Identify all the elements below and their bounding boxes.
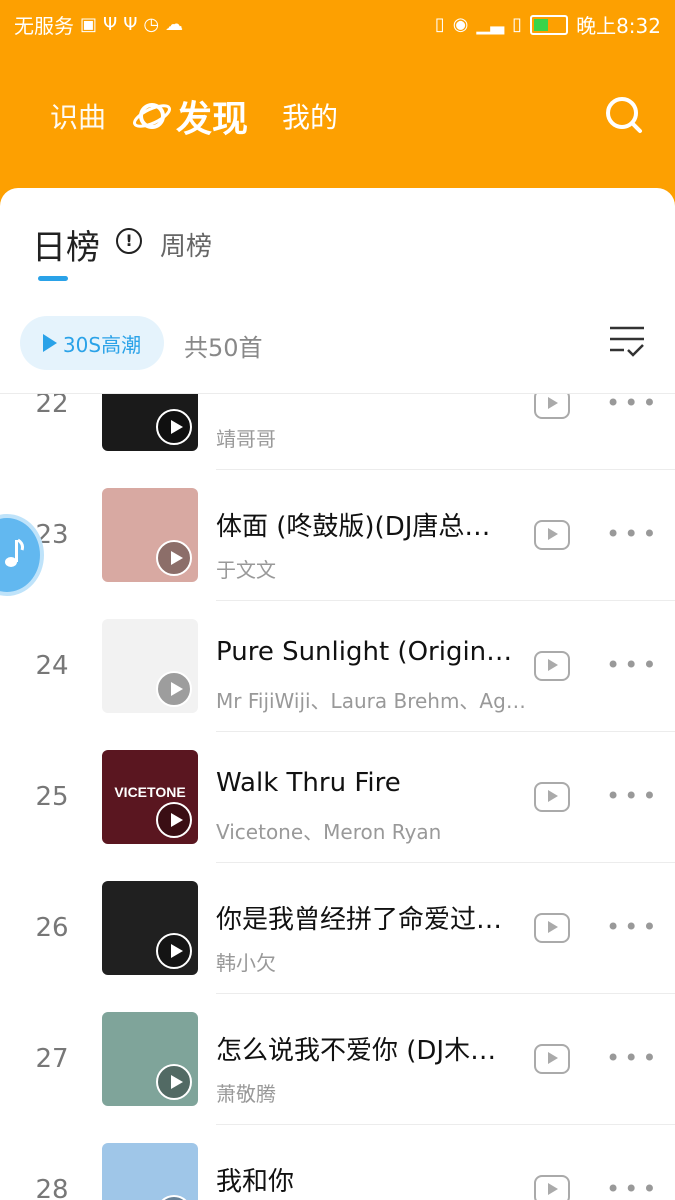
play-highlights-label: 30S高潮 <box>62 332 142 357</box>
mv-play-icon[interactable] <box>534 913 570 943</box>
more-options-icon[interactable]: ••• <box>606 1177 656 1200</box>
cloud-icon: ☁ <box>165 13 184 35</box>
song-rank: 22 <box>35 393 69 419</box>
album-cover[interactable] <box>102 394 198 451</box>
cover-play-icon[interactable] <box>156 802 192 838</box>
tab-weekly[interactable]: 周榜 <box>160 226 212 263</box>
play-highlights-button[interactable]: 30S高潮 <box>20 316 164 370</box>
cover-play-icon[interactable] <box>156 409 192 445</box>
chart-card: 日榜 ! 周榜 30S高潮 共50首 22 靖哥哥 ••• 23 体面 (咚鼓版)(DJ… <box>0 188 675 1200</box>
music-note-icon <box>5 538 24 567</box>
song-row[interactable]: 23 体面 (咚鼓版)(DJ唐总、… 于文文 ••• <box>0 470 675 601</box>
album-cover[interactable]: VICETONE <box>102 750 198 844</box>
song-list: 22 靖哥哥 ••• 23 体面 (咚鼓版)(DJ唐总、… 于文文 ••• 24 Pure Su… <box>0 393 675 1200</box>
song-rank: 26 <box>35 913 69 943</box>
cover-play-icon[interactable] <box>156 671 192 707</box>
status-bar: 无服务 ▣ Ψ Ψ ◷ ☁ ▯ ◉ ▁▃ ▯ 晚上8:32 <box>0 0 675 48</box>
album-cover[interactable] <box>102 619 198 713</box>
alarm-icon: ◷ <box>143 13 160 35</box>
song-rank: 25 <box>35 782 69 812</box>
song-artist: 韩小欠 <box>216 951 276 975</box>
song-title: Pure Sunlight (Original… <box>216 637 516 667</box>
tab-discover[interactable]: 发现 <box>132 90 248 142</box>
album-cover[interactable] <box>102 488 198 582</box>
album-cover[interactable] <box>102 1143 198 1200</box>
song-count: 共50首 <box>184 334 263 362</box>
song-row[interactable]: 24 Pure Sunlight (Original… Mr FijiWiji、La… <box>0 601 675 732</box>
usb-icon: Ψ <box>103 13 118 35</box>
more-options-icon[interactable]: ••• <box>606 915 656 939</box>
battery-icon <box>530 14 569 35</box>
song-row[interactable]: 27 怎么说我不爱你 (DJ木… 萧敬腾 ••• <box>0 994 675 1125</box>
song-rank: 27 <box>35 1044 69 1074</box>
tab-recognize[interactable]: 识曲 <box>50 96 106 136</box>
song-rank: 24 <box>35 651 69 681</box>
song-title: 你是我曾经拼了命爱过… <box>216 905 503 935</box>
play-icon <box>42 334 57 352</box>
mv-play-icon[interactable] <box>534 1044 570 1074</box>
song-artist: 萧敬腾 <box>216 1082 276 1106</box>
album-cover[interactable] <box>102 1012 198 1106</box>
active-tab-indicator <box>38 276 68 281</box>
song-artist: Vicetone、Meron Ryan <box>216 820 442 844</box>
mv-play-icon[interactable] <box>534 651 570 681</box>
song-artist: 靖哥哥 <box>216 427 276 451</box>
tab-mine[interactable]: 我的 <box>282 96 338 136</box>
mv-play-icon[interactable] <box>534 1175 570 1200</box>
status-right: ▯ ◉ ▁▃ ▯ 晚上8:32 <box>435 10 661 39</box>
song-title: 我和你 <box>216 1167 295 1197</box>
song-artist: Mr FijiWiji、Laura Brehm、Ag… <box>216 689 526 713</box>
album-cover[interactable] <box>102 881 198 975</box>
list-controls: 30S高潮 共50首 <box>0 314 675 374</box>
song-rank: 28 <box>35 1175 69 1200</box>
usb-debug-icon: Ψ <box>123 13 138 35</box>
more-options-icon[interactable]: ••• <box>606 784 656 808</box>
song-artist: 于文文 <box>216 558 276 582</box>
planet-icon <box>133 103 171 129</box>
more-options-icon[interactable]: ••• <box>606 653 656 677</box>
more-options-icon[interactable]: ••• <box>606 1046 656 1070</box>
song-title: 体面 (咚鼓版)(DJ唐总、… <box>216 512 516 542</box>
multi-select-icon[interactable] <box>608 324 646 360</box>
sim-icon: ▯ <box>512 13 523 35</box>
song-title: 怎么说我不爱你 (DJ木… <box>216 1036 497 1066</box>
search-icon[interactable] <box>604 95 644 135</box>
app-notification-icon: ▣ <box>80 13 98 35</box>
more-options-icon[interactable]: ••• <box>606 522 656 546</box>
cover-play-icon[interactable] <box>156 933 192 969</box>
cover-text: VICETONE <box>114 784 186 800</box>
mv-play-icon[interactable] <box>534 782 570 812</box>
info-icon[interactable]: ! <box>116 228 142 254</box>
song-row[interactable]: 26 你是我曾经拼了命爱过… 韩小欠 ••• <box>0 863 675 994</box>
vibrate-icon: ▯ <box>434 13 445 35</box>
mv-play-icon[interactable] <box>534 394 570 419</box>
song-title: Walk Thru Fire <box>216 768 401 798</box>
eye-icon: ◉ <box>452 13 469 35</box>
signal-icon: ▁▃ <box>476 13 505 35</box>
carrier-text: 无服务 <box>14 14 74 38</box>
song-row[interactable]: 25 VICETONE Walk Thru Fire Vicetone、Meron R… <box>0 732 675 863</box>
tab-discover-label: 发现 <box>176 99 249 140</box>
tab-daily[interactable]: 日榜 <box>32 220 100 269</box>
cover-play-icon[interactable] <box>156 1195 192 1200</box>
song-row[interactable]: 22 靖哥哥 ••• <box>0 393 675 470</box>
clock-text: 晚上8:32 <box>576 14 661 38</box>
top-navigation: 识曲 发现 我的 <box>0 80 675 150</box>
mv-play-icon[interactable] <box>534 520 570 550</box>
more-options-icon[interactable]: ••• <box>606 394 656 415</box>
song-row[interactable]: 28 我和你 ••• <box>0 1125 675 1200</box>
status-left: 无服务 ▣ Ψ Ψ ◷ ☁ <box>14 10 183 39</box>
cover-play-icon[interactable] <box>156 1064 192 1100</box>
cover-play-icon[interactable] <box>156 540 192 576</box>
